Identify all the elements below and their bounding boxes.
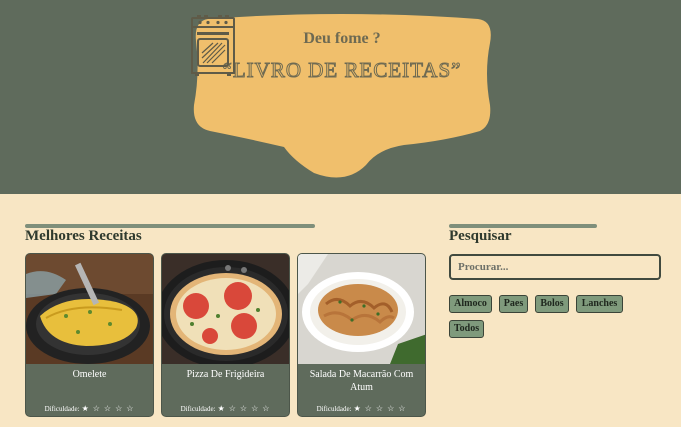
best-recipes-heading: Melhores Receitas	[25, 228, 142, 244]
recipe-card-pasta-salad[interactable]: Salada De Macarrão Com Atum Dificuldade:…	[297, 253, 426, 417]
search-input[interactable]	[449, 254, 661, 280]
recipe-name: Salada De Macarrão Com Atum	[309, 369, 414, 393]
tag-todos[interactable]: Todos	[449, 320, 484, 338]
difficulty-row: Dificuldade: ★ ☆ ☆ ☆ ☆	[298, 404, 425, 413]
difficulty-row: Dificuldade: ★ ☆ ☆ ☆ ☆	[26, 404, 153, 413]
difficulty-label: Dificuldade:	[44, 405, 80, 413]
difficulty-stars: ★ ☆ ☆ ☆ ☆	[353, 404, 407, 413]
stove-oven-icon	[191, 15, 235, 76]
recipe-name: Omelete	[72, 369, 107, 380]
pizza-photo	[162, 254, 289, 364]
difficulty-stars: ★ ☆ ☆ ☆ ☆	[81, 404, 135, 413]
header: Deu fome ? “LIVRO DE RECEITAS”	[0, 0, 681, 194]
title-banner: Deu fome ? “LIVRO DE RECEITAS”	[190, 13, 494, 183]
tag-lanches[interactable]: Lanches	[576, 295, 623, 313]
recipe-name: Pizza De Frigideira	[186, 369, 265, 380]
search-heading: Pesquisar	[449, 228, 512, 244]
recipe-card-omelete[interactable]: Omelete Dificuldade: ★ ☆ ☆ ☆ ☆	[25, 253, 154, 417]
difficulty-row: Dificuldade: ★ ☆ ☆ ☆ ☆	[162, 404, 289, 413]
tag-almoco[interactable]: Almoco	[449, 295, 492, 313]
difficulty-label: Dificuldade:	[180, 405, 216, 413]
pasta-salad-photo	[298, 254, 425, 364]
difficulty-stars: ★ ☆ ☆ ☆ ☆	[217, 404, 271, 413]
omelete-photo	[26, 254, 153, 364]
tag-paes[interactable]: Paes	[499, 295, 528, 313]
tag-bolos[interactable]: Bolos	[535, 295, 569, 313]
difficulty-label: Dificuldade:	[316, 405, 352, 413]
recipe-card-pizza[interactable]: Pizza De Frigideira Dificuldade: ★ ☆ ☆ ☆ …	[161, 253, 290, 417]
